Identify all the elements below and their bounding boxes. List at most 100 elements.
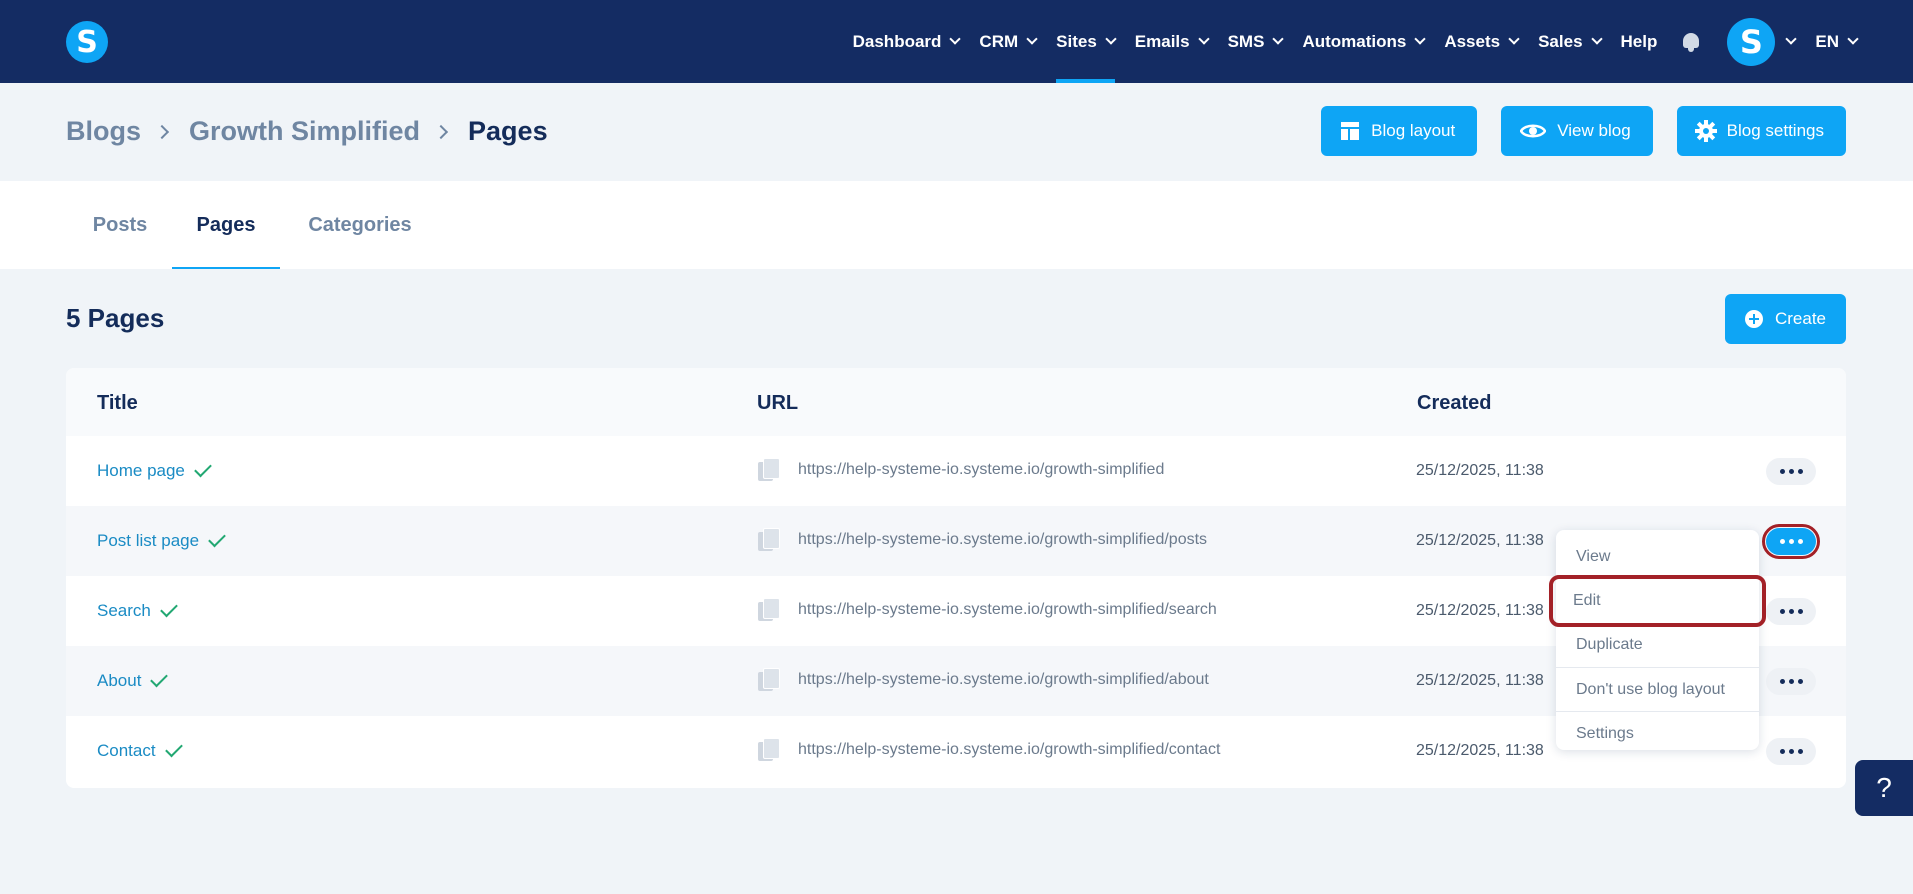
page-created: 25/12/2025, 11:38 — [1416, 672, 1544, 689]
language-label: EN — [1815, 31, 1839, 51]
logo[interactable]: S — [66, 21, 108, 63]
create-button[interactable]: Create — [1724, 294, 1846, 344]
nav-sites-label: Sites — [1056, 31, 1097, 51]
page-url-text: https://help-systeme-io.systeme.io/growt… — [798, 531, 1208, 548]
blog-layout-label: Blog layout — [1371, 121, 1456, 140]
page-url-text: https://help-systeme-io.systeme.io/growt… — [798, 741, 1221, 758]
nav-crm[interactable]: CRM — [969, 0, 1046, 83]
language-selector[interactable]: EN — [1805, 0, 1867, 83]
breadcrumb-blogs[interactable]: Blogs — [66, 116, 141, 147]
dot — [1788, 539, 1794, 544]
nav-sms[interactable]: SMS — [1218, 0, 1293, 83]
nav-emails[interactable]: Emails — [1125, 0, 1218, 83]
chevron-down-icon — [1197, 33, 1210, 45]
page-header: Blogs Growth Simplified Pages Blog layou… — [0, 83, 1913, 181]
page-url: https://help-systeme-io.systeme.io/growt… — [758, 528, 1207, 552]
nav-help[interactable]: Help — [1611, 0, 1668, 83]
menu-item-edit[interactable]: Edit — [1549, 575, 1766, 627]
bell-icon[interactable] — [1681, 32, 1701, 52]
dot — [1797, 679, 1803, 684]
menu-item-dont-use-blog-layout[interactable]: Don't use blog layout — [1556, 667, 1759, 711]
dot — [1788, 609, 1794, 614]
layout-icon — [1339, 120, 1361, 142]
nav-sales-label: Sales — [1538, 31, 1583, 51]
chevron-down-icon — [1414, 33, 1426, 45]
page-created: 25/12/2025, 11:38 — [1416, 742, 1544, 759]
tab-categories[interactable]: Categories — [292, 181, 428, 269]
user-menu[interactable]: S — [1717, 0, 1805, 83]
dot — [1788, 469, 1794, 474]
avatar: S — [1727, 17, 1776, 66]
chevron-right-icon — [433, 124, 449, 139]
row-actions-button[interactable] — [1766, 668, 1816, 695]
copy-icon[interactable] — [758, 738, 780, 762]
plus-circle-icon — [1743, 308, 1765, 330]
copy-icon[interactable] — [758, 458, 780, 482]
page-title-link[interactable]: Contact — [97, 739, 183, 761]
dot — [1788, 679, 1794, 684]
nav-help-label: Help — [1620, 31, 1658, 51]
copy-icon[interactable] — [758, 528, 780, 552]
page-title-text: Search — [97, 601, 151, 620]
check-icon — [150, 669, 169, 688]
page-created: 25/12/2025, 11:38 — [1416, 602, 1544, 619]
page-url-text: https://help-systeme-io.systeme.io/growt… — [798, 671, 1209, 688]
page-created: 25/12/2025, 11:38 — [1416, 462, 1544, 479]
page-url-text: https://help-systeme-io.systeme.io/growt… — [798, 461, 1165, 478]
main-menu: Dashboard CRM Sites Emails SMS Automatio… — [843, 0, 1913, 83]
row-actions-button[interactable] — [1762, 524, 1820, 559]
page-title-link[interactable]: Home page — [97, 459, 212, 481]
check-icon — [194, 459, 212, 478]
breadcrumb-growth-simplified[interactable]: Growth Simplified — [189, 116, 420, 147]
menu-item-view[interactable]: View — [1556, 535, 1759, 579]
breadcrumb: Blogs Growth Simplified Pages — [66, 116, 548, 147]
copy-icon[interactable] — [758, 668, 780, 692]
view-blog-button[interactable]: View blog — [1501, 106, 1653, 156]
blog-layout-button[interactable]: Blog layout — [1321, 106, 1478, 156]
page-title-text: Home page — [97, 461, 185, 480]
dot — [1797, 539, 1803, 544]
eye-icon — [1519, 120, 1547, 142]
menu-item-duplicate[interactable]: Duplicate — [1556, 623, 1759, 667]
tab-bar: Posts Pages Categories — [0, 181, 1913, 269]
page-title-link[interactable]: Search — [97, 599, 178, 621]
page-url: https://help-systeme-io.systeme.io/growt… — [758, 598, 1217, 622]
dot — [1779, 539, 1785, 544]
help-widget-button[interactable]: ? — [1855, 760, 1913, 816]
view-blog-label: View blog — [1557, 121, 1631, 140]
nav-assets[interactable]: Assets — [1434, 0, 1528, 83]
row-actions-button[interactable] — [1766, 458, 1816, 485]
column-title: Title — [97, 392, 138, 414]
nav-sms-label: SMS — [1227, 31, 1265, 51]
chevron-down-icon — [949, 33, 962, 45]
page-title-link[interactable]: Post list page — [97, 529, 226, 551]
blog-settings-button[interactable]: Blog settings — [1676, 106, 1846, 156]
nav-automations[interactable]: Automations — [1292, 0, 1434, 83]
tab-pages[interactable]: Pages — [172, 181, 280, 269]
dot — [1779, 749, 1785, 754]
page-title-link[interactable]: About — [97, 669, 169, 691]
row-actions-button[interactable] — [1766, 598, 1816, 625]
tab-posts[interactable]: Posts — [72, 181, 168, 269]
table-row: Home page https://help-systeme-io.system… — [66, 436, 1846, 506]
check-icon — [160, 599, 178, 618]
copy-icon[interactable] — [758, 598, 780, 622]
nav-sales[interactable]: Sales — [1528, 0, 1610, 83]
create-label: Create — [1774, 309, 1826, 328]
chevron-down-icon — [1785, 33, 1798, 45]
breadcrumb-pages: Pages — [468, 116, 548, 146]
row-actions-button[interactable] — [1766, 738, 1816, 765]
column-created: Created — [1417, 392, 1492, 414]
menu-item-settings[interactable]: Settings — [1556, 711, 1759, 755]
check-icon — [208, 529, 226, 548]
chevron-down-icon — [1105, 33, 1117, 45]
section-title: 5 Pages — [66, 303, 165, 333]
nav-dashboard-label: Dashboard — [852, 31, 942, 51]
table-header: Title URL Created — [66, 368, 1846, 436]
chevron-down-icon — [1272, 33, 1285, 45]
chevron-down-icon — [1026, 33, 1038, 45]
page-url: https://help-systeme-io.systeme.io/growt… — [758, 458, 1164, 482]
nav-dashboard[interactable]: Dashboard — [843, 0, 970, 83]
nav-sites[interactable]: Sites — [1046, 0, 1125, 83]
nav-assets-label: Assets — [1444, 31, 1501, 51]
